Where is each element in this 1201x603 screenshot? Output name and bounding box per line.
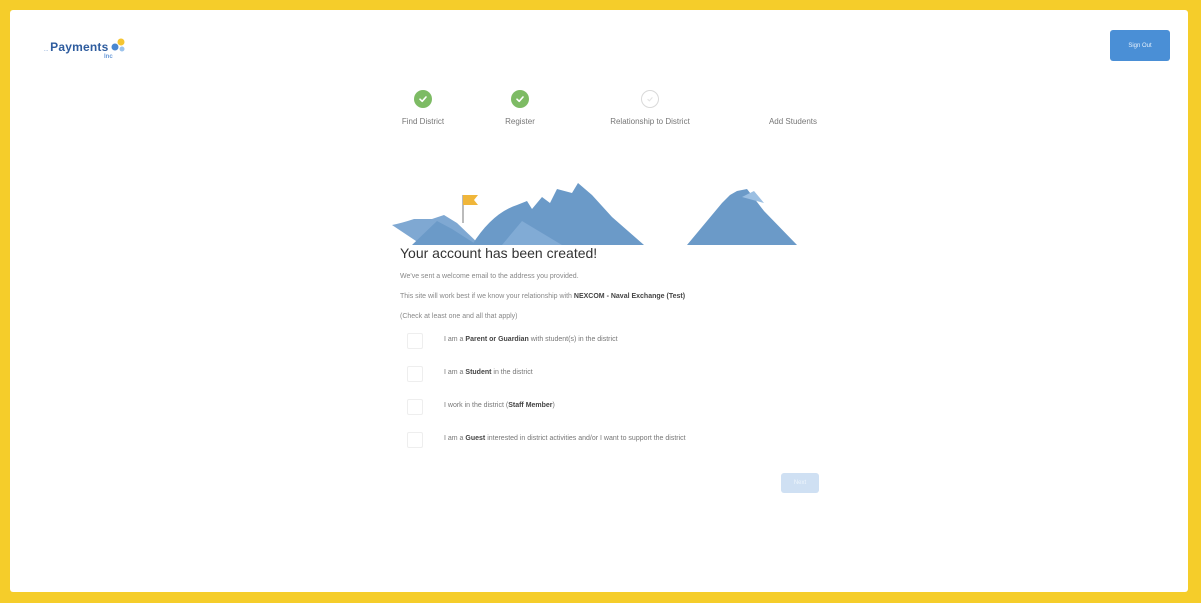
step-label: Register — [505, 117, 535, 126]
check-hint: (Check at least one and all that apply) — [400, 313, 518, 320]
parent-guardian-checkbox[interactable] — [407, 333, 423, 349]
option-staff-member[interactable]: I work in the district (Staff Member) — [400, 399, 830, 432]
step-label: Relationship to District — [610, 117, 690, 126]
relationship-prefix: This site will work best if we know your… — [400, 293, 574, 300]
check-icon — [511, 90, 529, 108]
upcoming-step-icon — [784, 90, 802, 108]
page-title: Your account has been created! — [400, 245, 598, 261]
option-guest[interactable]: I am a Guest interested in district acti… — [400, 432, 830, 465]
step-relationship: Relationship to District — [590, 90, 710, 126]
option-label: I am a Parent or Guardian with student(s… — [444, 336, 618, 343]
option-parent-guardian[interactable]: I am a Parent or Guardian with student(s… — [400, 333, 830, 366]
step-register: Register — [460, 90, 580, 126]
page-frame: ... Payments Inc Sign Out Find District … — [10, 10, 1188, 592]
option-student[interactable]: I am a Student in the district — [400, 366, 830, 399]
check-icon — [414, 90, 432, 108]
mountains-illustration — [392, 183, 797, 245]
district-name: NEXCOM - Naval Exchange (Test) — [573, 293, 686, 300]
welcome-text: We've sent a welcome email to the addres… — [400, 273, 579, 280]
account-created-panel: Your account has been created! We've sen… — [400, 245, 830, 465]
guest-checkbox[interactable] — [407, 432, 423, 448]
current-step-icon — [641, 90, 659, 108]
sign-out-button[interactable]: Sign Out — [1110, 30, 1170, 61]
option-label: I am a Guest interested in district acti… — [444, 435, 686, 442]
flag-icon — [463, 195, 478, 205]
brand-dots-icon — [111, 38, 125, 52]
brand-pre-text: ... — [44, 47, 49, 53]
next-button[interactable]: Next — [781, 473, 819, 493]
brand-name: Payments — [50, 40, 109, 54]
option-label: I am a Student in the district — [444, 369, 533, 376]
student-checkbox[interactable] — [407, 366, 423, 382]
option-label: I work in the district (Staff Member) — [444, 402, 555, 409]
relationship-text: This site will work best if we know your… — [400, 293, 830, 300]
staff-member-checkbox[interactable] — [407, 399, 423, 415]
step-label: Add Students — [768, 117, 818, 126]
brand-sub-text: Inc — [104, 54, 113, 60]
step-add-students: Add Students — [733, 90, 853, 126]
brand-logo[interactable]: ... Payments Inc — [44, 38, 126, 60]
